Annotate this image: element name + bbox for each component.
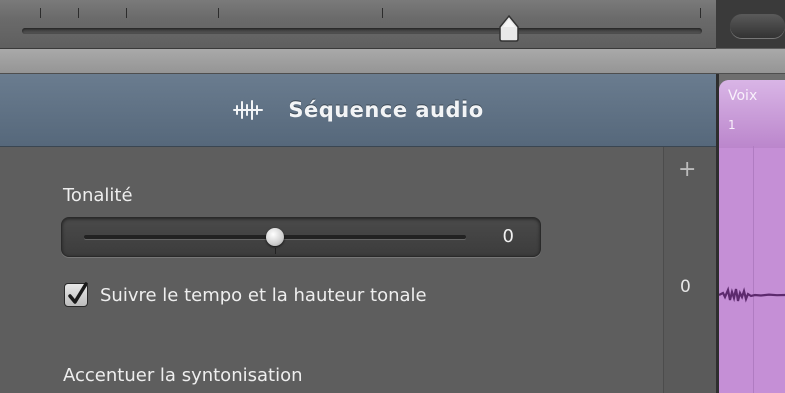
top-right-control[interactable] [716,0,785,48]
region-name: Voix [728,88,758,104]
plus-marker: + [678,157,697,182]
pitch-value: 0 [502,226,514,247]
region-header[interactable]: Voix 1 [719,80,785,148]
inspector-side-column: + 0 [663,147,716,393]
ruler-ticks [0,8,716,20]
zoom-slider-track[interactable] [22,28,702,34]
follow-tempo-checkbox[interactable] [64,282,88,307]
track-area: Voix 1 [719,74,785,393]
toggle-pill[interactable] [730,14,785,38]
region-gridline [753,146,754,393]
zoom-ruler[interactable] [0,0,716,49]
pitch-center-tick [275,248,276,254]
inspector-body: Tonalité 0 Suivre le tempo et la hauteur… [0,147,663,393]
separator-strip [0,49,785,74]
waveform-graphic [719,286,785,303]
pitch-label: Tonalité [63,185,133,206]
pitch-slider[interactable]: 0 [61,217,541,257]
zoom-slider-thumb[interactable] [497,14,521,42]
waveform-icon [233,100,264,120]
tuning-label: Accentuer la syntonisation [63,365,303,386]
checkmark-icon [68,282,88,304]
audio-region[interactable]: Voix 1 [719,80,785,393]
zero-marker: 0 [680,277,691,297]
follow-tempo-row[interactable]: Suivre le tempo et la hauteur tonale [64,282,427,307]
follow-tempo-label: Suivre le tempo et la hauteur tonale [100,284,427,306]
pitch-slider-thumb[interactable] [266,228,284,246]
inspector-header: Séquence audio [0,74,716,147]
region-number: 1 [728,118,736,132]
inspector-title: Séquence audio [288,98,484,122]
